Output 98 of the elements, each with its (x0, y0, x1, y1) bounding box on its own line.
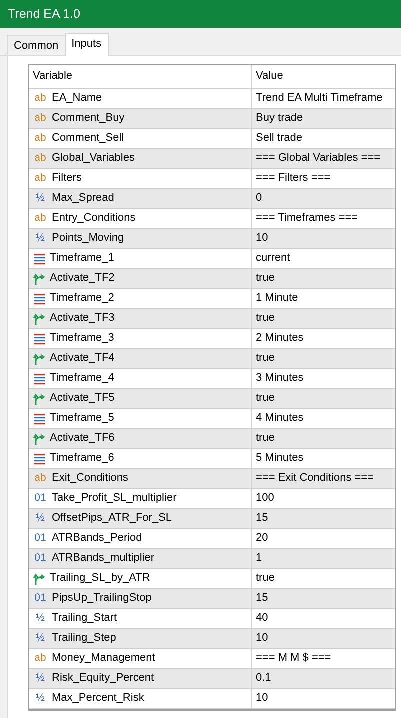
variable-name: PipsUp_TrailingStop (52, 593, 152, 604)
value-cell[interactable]: 15 (252, 509, 395, 528)
variable-name: Timeframe_4 (50, 373, 114, 384)
text-type-icon: ab (33, 93, 48, 104)
integer-type-icon: 01 (33, 533, 48, 544)
list-icon (33, 372, 46, 384)
text-type-icon: ab (33, 153, 48, 164)
value-cell[interactable]: 0 (252, 189, 395, 208)
fraction-type-icon: ½ (33, 693, 48, 704)
variable-name: Timeframe_6 (50, 453, 114, 464)
tab[interactable]: Common (7, 35, 66, 55)
value-cell[interactable]: true (252, 429, 395, 448)
value-cell[interactable]: Trend EA Multi Timeframe (252, 89, 395, 108)
variable-name: ATRBands_multiplier (52, 553, 155, 564)
value-cell[interactable]: Sell trade (252, 129, 395, 148)
value-cell[interactable]: === Global Variables === (252, 149, 395, 168)
variable-name: Trailing_Step (52, 633, 116, 644)
value-cell[interactable]: 10 (252, 629, 395, 648)
fraction-type-icon: ½ (33, 633, 48, 644)
variable-name: Activate_TF6 (50, 433, 115, 444)
value-cell[interactable]: 5 Minutes (252, 449, 395, 468)
branch-arrow-icon (33, 352, 46, 364)
value-cell[interactable]: true (252, 269, 395, 288)
variable-name: Timeframe_5 (50, 413, 114, 424)
variable-name: Global_Variables (52, 153, 135, 164)
value-cell[interactable]: true (252, 349, 395, 368)
variable-name: Activate_TF2 (50, 273, 115, 284)
value-cell[interactable]: 20 (252, 529, 395, 548)
variable-name: EA_Name (52, 93, 102, 104)
value-cell[interactable]: Buy trade (252, 109, 395, 128)
value-cell[interactable]: true (252, 309, 395, 328)
window-title: Trend EA 1.0 (8, 8, 80, 20)
value-cell[interactable]: 4 Minutes (252, 409, 395, 428)
variable-name: ATRBands_Period (52, 533, 142, 544)
variable-name: Comment_Buy (52, 113, 125, 124)
value-cell[interactable]: 10 (252, 229, 395, 248)
branch-arrow-icon (33, 432, 46, 444)
variable-name: Money_Management (52, 653, 156, 664)
variable-name: Activate_TF5 (50, 393, 115, 404)
value-cell[interactable]: 3 Minutes (252, 369, 395, 388)
value-cell[interactable]: 1 (252, 549, 395, 568)
variable-name: OffsetPips_ATR_For_SL (52, 513, 172, 524)
value-cell[interactable]: 10 (252, 689, 395, 708)
value-cell[interactable]: true (252, 569, 395, 588)
fraction-type-icon: ½ (33, 193, 48, 204)
value-cell[interactable]: 0.1 (252, 669, 395, 688)
variable-name: Comment_Sell (52, 133, 124, 144)
value-cell[interactable]: 40 (252, 609, 395, 628)
fraction-type-icon: ½ (33, 233, 48, 244)
value-cell[interactable]: 15 (252, 589, 395, 608)
text-type-icon: ab (33, 113, 48, 124)
value-cell[interactable]: 2 Minutes (252, 329, 395, 348)
value-cell[interactable]: === Filters === (252, 169, 395, 188)
list-icon (33, 292, 46, 304)
column-header: Variable (29, 65, 252, 88)
list-icon (33, 252, 46, 264)
text-type-icon: ab (33, 133, 48, 144)
value-cell[interactable]: current (252, 249, 395, 268)
variable-name: Exit_Conditions (52, 473, 128, 484)
variable-name: Timeframe_2 (50, 293, 114, 304)
branch-arrow-icon (33, 392, 46, 404)
variable-name: Timeframe_1 (50, 253, 114, 264)
integer-type-icon: 01 (33, 553, 48, 564)
value-cell[interactable]: === Exit Conditions === (252, 469, 395, 488)
integer-type-icon: 01 (33, 493, 48, 504)
value-cell[interactable]: 1 Minute (252, 289, 395, 308)
variable-name: Entry_Conditions (52, 213, 136, 224)
text-type-icon: ab (33, 213, 48, 224)
branch-arrow-icon (33, 572, 46, 584)
variable-name: Take_Profit_SL_multiplier (52, 493, 177, 504)
variable-name: Max_Percent_Risk (52, 693, 144, 704)
list-icon (33, 332, 46, 344)
variable-name: Trailing_SL_by_ATR (50, 573, 150, 584)
fraction-type-icon: ½ (33, 513, 48, 524)
variable-name: Activate_TF3 (50, 313, 115, 324)
list-icon (33, 452, 46, 464)
fraction-type-icon: ½ (33, 673, 48, 684)
value-cell[interactable]: true (252, 389, 395, 408)
column-header: Value (255, 69, 284, 84)
variable-name: Points_Moving (52, 233, 124, 244)
text-type-icon: ab (33, 173, 48, 184)
text-type-icon: ab (33, 653, 48, 664)
variable-name: Timeframe_3 (50, 333, 114, 344)
variable-name: Filters (52, 173, 82, 184)
fraction-type-icon: ½ (33, 613, 48, 624)
branch-arrow-icon (33, 272, 46, 284)
integer-type-icon: 01 (33, 593, 48, 604)
branch-arrow-icon (33, 312, 46, 324)
variable-name: Risk_Equity_Percent (52, 673, 154, 684)
value-cell[interactable]: 100 (252, 489, 395, 508)
variable-name: Activate_TF4 (50, 353, 115, 364)
variable-name: Max_Spread (52, 193, 114, 204)
value-cell[interactable]: === Timeframes === (252, 209, 395, 228)
list-icon (33, 412, 46, 424)
tab[interactable]: Inputs (64, 33, 109, 56)
value-cell[interactable]: === M M $ === (252, 649, 395, 668)
text-type-icon: ab (33, 473, 48, 484)
variable-name: Trailing_Start (52, 613, 118, 624)
